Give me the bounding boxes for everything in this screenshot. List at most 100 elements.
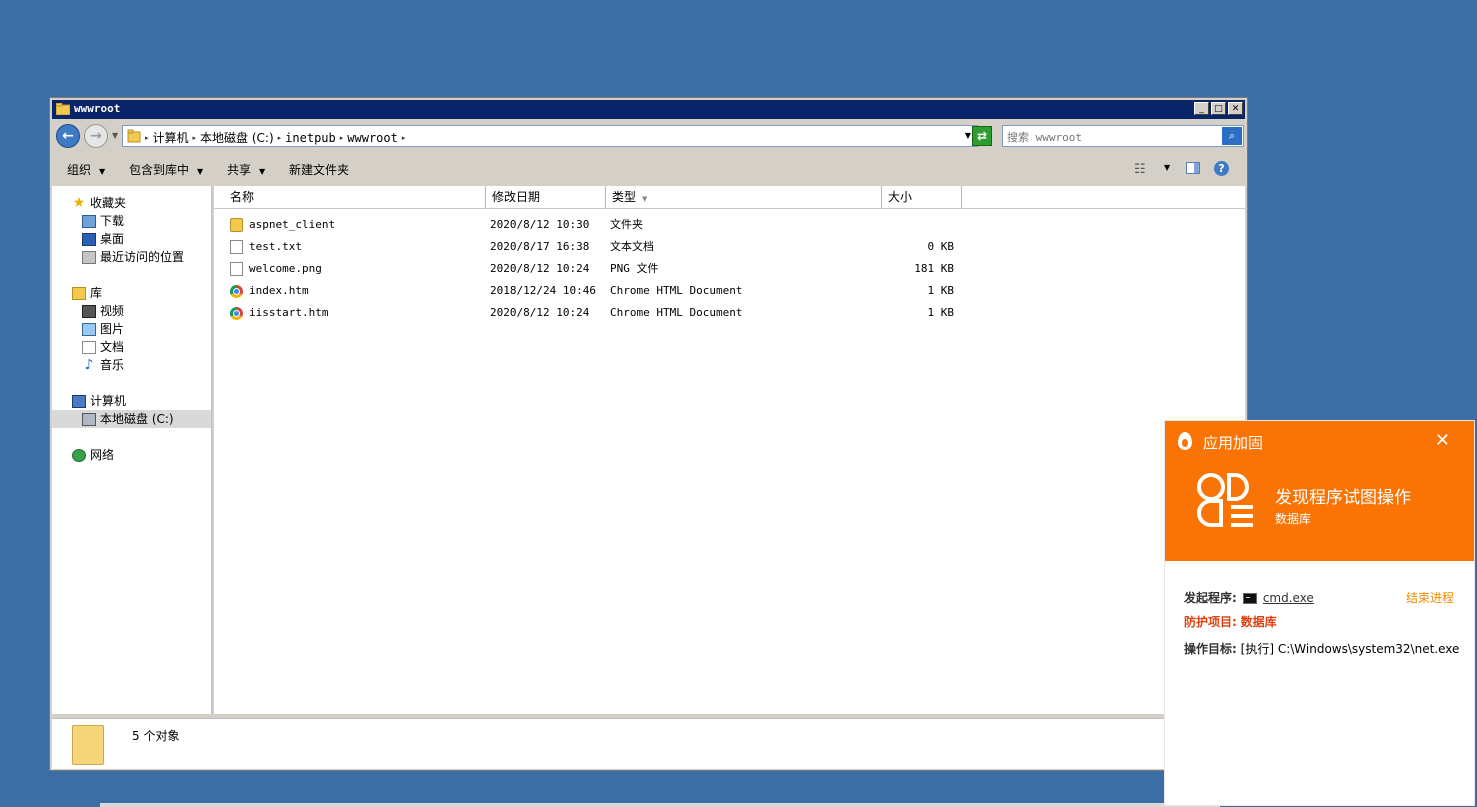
file-row[interactable]: test.txt 2020/8/17 16:38 文本文档 0 KB <box>214 236 974 258</box>
nav-downloads[interactable]: 下载 <box>82 212 124 230</box>
breadcrumb-separator-icon[interactable]: ▸ <box>340 134 344 142</box>
flame-logo-icon <box>1178 432 1192 450</box>
title-bar[interactable]: wwwroot _ □ ✕ <box>52 100 1245 119</box>
nav-label: 库 <box>90 286 103 300</box>
maximize-button[interactable]: □ <box>1211 102 1226 115</box>
chrome-icon <box>230 284 243 298</box>
nav-label: 本地磁盘 (C:) <box>100 412 174 426</box>
close-button[interactable]: ✕ <box>1228 102 1243 115</box>
minimize-button[interactable]: _ <box>1194 102 1209 115</box>
back-button[interactable]: ← <box>56 124 80 148</box>
column-header-type[interactable]: 类型 ▼ <box>606 186 882 208</box>
initiator-process-link[interactable]: cmd.exe <box>1263 591 1314 605</box>
file-row[interactable]: index.htm 2018/12/24 10:46 Chrome HTML D… <box>214 280 974 302</box>
alert-header: 应用加固 ✕ 发现程序试图操作 数据库 <box>1165 421 1474 561</box>
document-icon <box>82 340 96 354</box>
breadcrumb-inetpub[interactable]: inetpub <box>285 131 336 145</box>
library-icon <box>72 286 86 300</box>
pictures-icon <box>82 322 96 336</box>
chevron-down-icon: ▼ <box>99 167 106 176</box>
alert-title: 应用加固 <box>1203 434 1264 452</box>
music-note-icon: ♪ <box>84 356 94 373</box>
search-input[interactable] <box>1005 128 1221 146</box>
address-row: ← → ▼ ▸ 计算机 ▸ 本地磁盘 (C:) ▸ inetpub ▸ wwwr… <box>52 121 1245 151</box>
view-options-dropdown-icon[interactable]: ▼ <box>1164 163 1170 172</box>
navigation-pane: ★ 收藏夹 下载 桌面 最近访问的位置 库 视频 图片 文档 ♪ 音乐 计算机 … <box>52 186 212 714</box>
file-row[interactable]: aspnet_client 2020/8/12 10:30 文件夹 <box>214 214 974 236</box>
change-view-icon[interactable]: ☷ <box>1134 162 1146 177</box>
nav-videos[interactable]: 视频 <box>82 302 124 320</box>
column-header-row: 名称 修改日期 类型 ▼ 大小 <box>214 186 1245 209</box>
new-folder-button[interactable]: 新建文件夹 <box>289 161 349 178</box>
folder-icon <box>56 103 70 115</box>
address-history-dropdown-icon[interactable]: ▼ <box>965 131 971 140</box>
column-label: 名称 <box>230 190 255 204</box>
nav-music[interactable]: ♪ 音乐 <box>82 356 124 374</box>
nav-recent-places[interactable]: 最近访问的位置 <box>82 248 184 266</box>
security-alert-popup: 应用加固 ✕ 发现程序试图操作 数据库 发起程序: cmd.exe 结束进程 防护… <box>1164 420 1475 806</box>
star-icon: ★ <box>72 194 86 211</box>
target-value: [执行] C:\Windows\system32\net.exe <box>1240 642 1460 656</box>
breadcrumb-computer[interactable]: 计算机 <box>153 129 189 146</box>
column-header-modified[interactable]: 修改日期 <box>486 186 606 208</box>
file-modified: 2020/8/17 16:38 <box>490 240 590 253</box>
nav-label: 网络 <box>90 448 115 462</box>
target-row: 操作目标: [执行] C:\Windows\system32\net.exe <box>1184 640 1459 657</box>
nav-computer[interactable]: 计算机 <box>72 392 126 410</box>
alert-headline: 发现程序试图操作 <box>1275 488 1411 508</box>
file-row[interactable]: iisstart.htm 2020/8/12 10:24 Chrome HTML… <box>214 302 974 324</box>
desktop-icon <box>82 232 96 246</box>
breadcrumb-separator-icon[interactable]: ▸ <box>193 134 197 142</box>
protect-row: 防护项目: 数据库 <box>1184 613 1277 630</box>
column-header-size[interactable]: 大小 <box>882 186 962 208</box>
column-header-name[interactable]: 名称 <box>224 186 486 208</box>
share-label: 共享 <box>227 163 252 177</box>
breadcrumb-wwwroot[interactable]: wwwroot <box>347 131 398 145</box>
search-icon: ⌕ <box>1228 129 1236 142</box>
nav-desktop[interactable]: 桌面 <box>82 230 124 248</box>
help-icon[interactable]: ? <box>1214 161 1229 176</box>
nav-local-disk[interactable]: 本地磁盘 (C:) <box>52 410 211 428</box>
initiator-row: 发起程序: cmd.exe <box>1184 589 1314 606</box>
search-box: ⌕ <box>1002 125 1244 147</box>
nav-documents[interactable]: 文档 <box>82 338 124 356</box>
close-icon[interactable]: ✕ <box>1435 430 1450 451</box>
forward-arrow-icon: → <box>90 128 102 144</box>
breadcrumb-local-disk[interactable]: 本地磁盘 (C:) <box>200 129 274 146</box>
file-name: iisstart.htm <box>249 306 329 319</box>
address-bar[interactable]: ▸ 计算机 ▸ 本地磁盘 (C:) ▸ inetpub ▸ wwwroot ▸ … <box>122 125 978 147</box>
text-file-icon <box>230 240 243 254</box>
window-title: wwwroot <box>74 102 121 115</box>
file-modified: 2018/12/24 10:46 <box>490 284 596 297</box>
column-label: 修改日期 <box>492 190 541 204</box>
sort-arrow-icon: ▼ <box>642 195 648 203</box>
explorer-window: wwwroot _ □ ✕ ← → ▼ ▸ 计算机 ▸ 本地磁盘 (C:) ▸ … <box>49 97 1248 771</box>
file-name: test.txt <box>249 240 302 253</box>
organize-label: 组织 <box>67 163 92 177</box>
nav-libraries[interactable]: 库 <box>72 284 102 302</box>
breadcrumb-separator-icon[interactable]: ▸ <box>402 134 406 142</box>
hard-drive-icon <box>82 412 96 426</box>
nav-favorites[interactable]: ★ 收藏夹 <box>72 194 126 212</box>
nav-label: 收藏夹 <box>90 196 127 210</box>
breadcrumb-separator-icon[interactable]: ▸ <box>145 134 149 142</box>
recent-pages-dropdown-icon[interactable]: ▼ <box>112 131 118 140</box>
forward-button[interactable]: → <box>84 124 108 148</box>
refresh-button[interactable]: ⇄ <box>972 126 992 146</box>
share-menu[interactable]: 共享 ▼ <box>227 161 265 178</box>
file-row[interactable]: welcome.png 2020/8/12 10:24 PNG 文件 181 K… <box>214 258 974 280</box>
kill-process-link[interactable]: 结束进程 <box>1406 589 1454 606</box>
nav-network[interactable]: 网络 <box>72 446 114 464</box>
preview-pane-icon[interactable] <box>1186 162 1200 174</box>
organize-menu[interactable]: 组织 ▼ <box>67 161 105 178</box>
protect-value: 数据库 <box>1240 615 1277 629</box>
nav-pictures[interactable]: 图片 <box>82 320 124 338</box>
breadcrumb-separator-icon[interactable]: ▸ <box>278 134 282 142</box>
file-type: Chrome HTML Document <box>610 284 743 297</box>
search-button[interactable]: ⌕ <box>1222 127 1242 145</box>
video-icon <box>82 304 96 318</box>
file-list: 名称 修改日期 类型 ▼ 大小 aspnet_client 2020/8/12 1… <box>214 186 1245 714</box>
recent-places-icon <box>82 250 96 264</box>
include-in-library-menu[interactable]: 包含到库中 ▼ <box>129 161 203 178</box>
file-modified: 2020/8/12 10:30 <box>490 218 590 231</box>
